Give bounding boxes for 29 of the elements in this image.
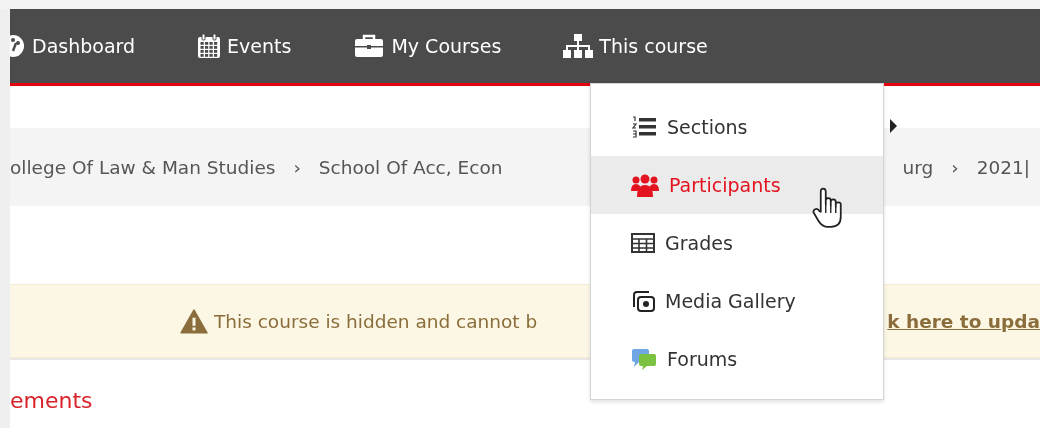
breadcrumb-link[interactable]: 2021| (976, 156, 1030, 178)
menu-item[interactable]: Grades (591, 214, 883, 272)
nav-link[interactable]: This course (563, 33, 708, 59)
briefcase-icon (353, 34, 386, 58)
nav-link[interactable]: My Courses (353, 34, 502, 58)
alert-message: This course is hidden and cannot b (214, 310, 538, 332)
breadcrumb-link[interactable]: ollege Of Law & Man Studies (10, 156, 276, 178)
menu-item[interactable]: Forums (591, 330, 883, 388)
breadcrumb-link[interactable]: urg (902, 156, 934, 178)
breadcrumb-separator: › (293, 156, 301, 178)
sitemap-icon (563, 33, 594, 59)
alert-link[interactable]: k here to upda (887, 310, 1040, 332)
users-icon (631, 173, 659, 197)
caret-icon (890, 119, 897, 133)
warning-icon (180, 308, 208, 334)
media-gallery-icon (631, 290, 655, 312)
breadcrumb-separator: › (951, 156, 959, 178)
menu-item[interactable]: Participants (591, 156, 883, 214)
section-heading: ements (10, 388, 94, 413)
menu-item[interactable]: Media Gallery (591, 272, 883, 330)
menu-item[interactable]: Sections (591, 98, 883, 156)
numbered-list-icon (631, 115, 657, 139)
calendar-icon (197, 33, 222, 59)
nav-link[interactable]: Events (197, 33, 292, 59)
hand-cursor-icon (812, 186, 842, 230)
breadcrumb-link[interactable]: School Of Acc, Econ (318, 156, 503, 178)
chat-bubbles-icon (631, 347, 657, 371)
nav-link[interactable]: Dashboard (10, 34, 136, 58)
table-icon (631, 233, 655, 253)
